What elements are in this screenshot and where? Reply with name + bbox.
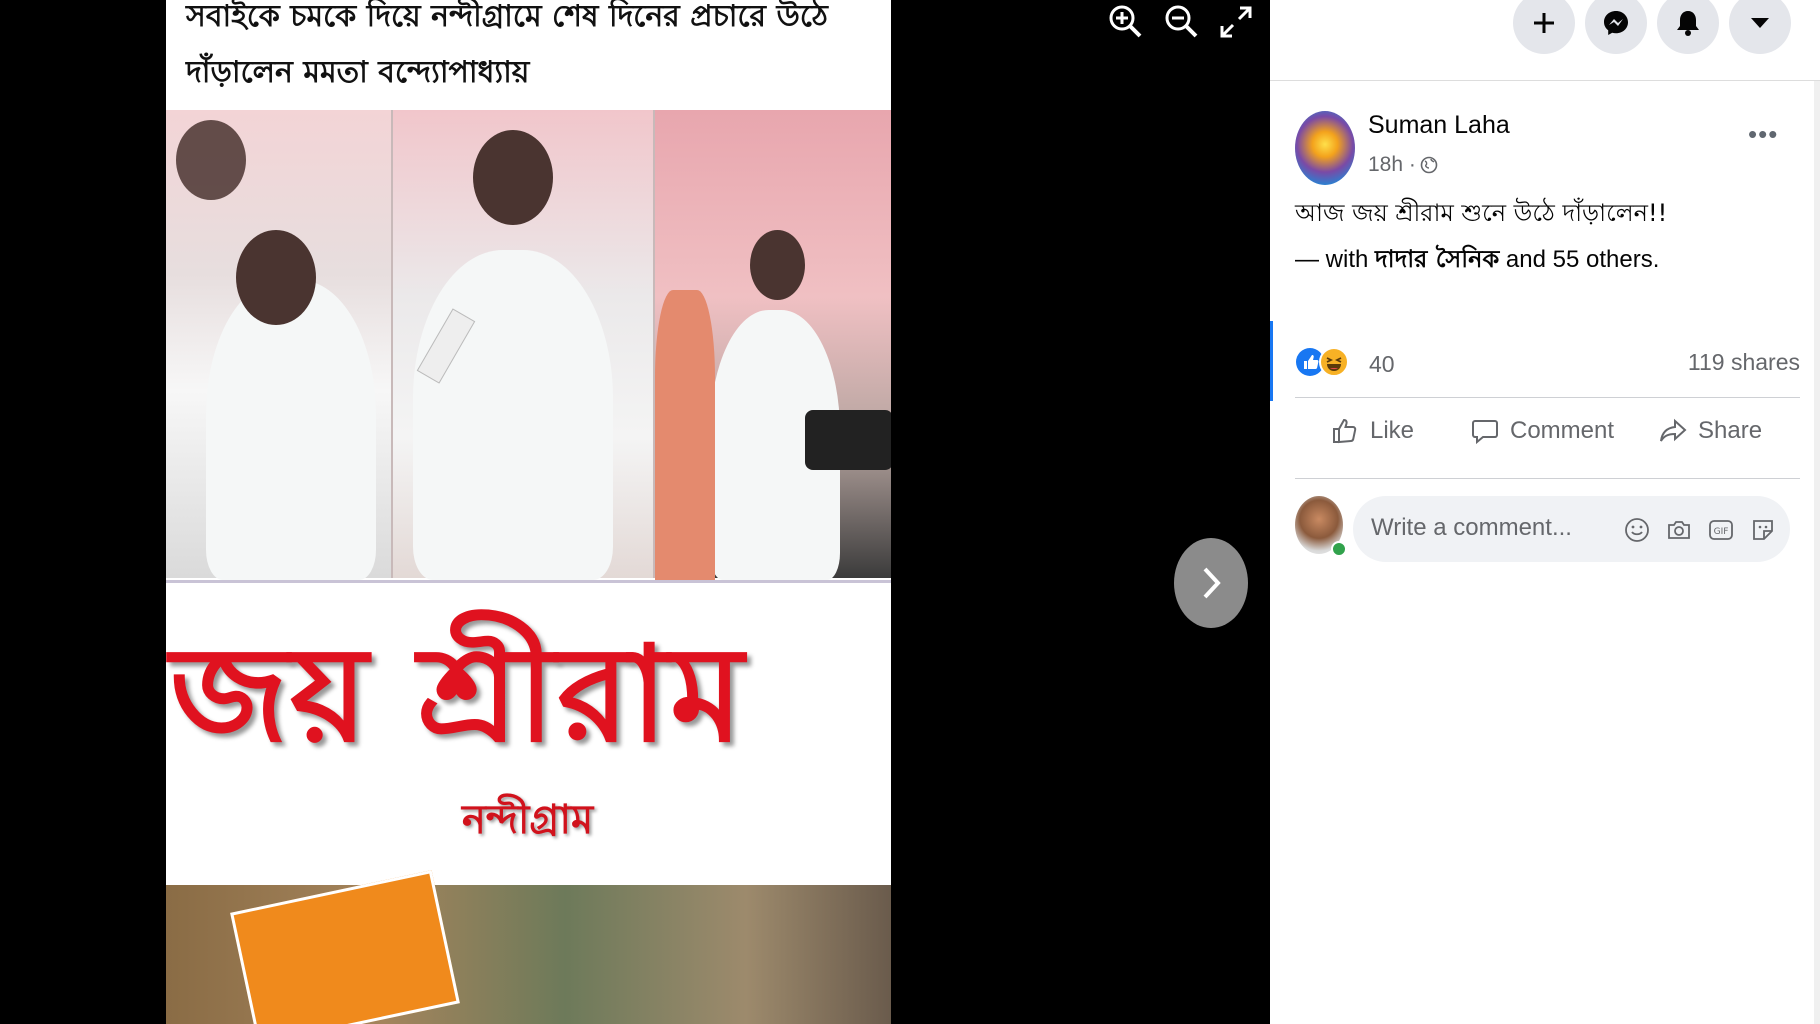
photo-panel-right	[653, 110, 891, 580]
zoom-in-icon[interactable]	[1104, 0, 1148, 44]
tagged-prefix: — with	[1295, 246, 1376, 273]
jai-shriram-banner: জয় শ্রীরাম নন্দীগ্রাম	[166, 580, 891, 888]
globe-icon	[1420, 156, 1438, 174]
camera-icon[interactable]	[1665, 516, 1693, 544]
tagged-others[interactable]: and 55 others.	[1499, 246, 1659, 273]
fullscreen-icon[interactable]	[1214, 0, 1258, 44]
panel-scrollbar[interactable]	[1814, 81, 1820, 1024]
top-navigation	[1270, 0, 1820, 81]
online-status-dot	[1331, 541, 1347, 557]
nandigram-subtitle: নন্দীগ্রাম	[462, 797, 594, 843]
author-avatar[interactable]	[1295, 111, 1355, 185]
jai-shriram-title: জয় শ্রীরাম	[170, 618, 746, 772]
photo-caption-line1: সবাইকে চমকে দিয়ে নন্দীগ্রামে শেষ দিনের …	[186, 0, 828, 34]
reaction-count: 40	[1369, 351, 1395, 377]
caret-down-icon	[1751, 18, 1769, 28]
messenger-button[interactable]	[1585, 0, 1647, 54]
post-options-button[interactable]: •••	[1748, 119, 1778, 150]
comment-placeholder: Write a comment...	[1371, 514, 1572, 541]
photo-panel-left	[166, 110, 391, 580]
messenger-icon	[1604, 11, 1628, 35]
sticker-icon[interactable]	[1749, 516, 1777, 544]
zoom-out-icon[interactable]	[1160, 0, 1204, 44]
share-label: Share	[1698, 417, 1763, 444]
bell-icon	[1677, 11, 1699, 36]
reactions-divider	[1295, 397, 1800, 398]
post-details-panel: Suman Laha 18h · ••• আজ জয় শ্রীরাম শুনে…	[1270, 81, 1820, 1024]
tagged-page-link[interactable]: দাদার সৈনিক	[1375, 245, 1499, 273]
thumbs-up-icon	[1333, 418, 1357, 444]
share-arrow-icon	[1660, 418, 1687, 442]
reactions-summary[interactable]: 40 119 shares	[1295, 339, 1800, 389]
tagged-line: — with দাদার সৈনিক and 55 others.	[1295, 241, 1659, 281]
comment-composer: Write a comment... GIF	[1295, 491, 1800, 567]
comment-label: Comment	[1510, 417, 1615, 444]
svg-text:GIF: GIF	[1714, 527, 1729, 537]
comment-icon	[1472, 420, 1498, 445]
post-timestamp[interactable]: 18h ·	[1368, 153, 1438, 177]
notifications-button[interactable]	[1657, 0, 1719, 54]
focus-accent	[1270, 321, 1273, 401]
photo-caption-line2: দাঁড়ালেন মমতা বন্দ্যোপাধ্যায়	[186, 55, 530, 90]
like-button[interactable]: Like	[1330, 401, 1414, 461]
like-label: Like	[1370, 417, 1415, 444]
post-author[interactable]: Suman Laha	[1368, 111, 1510, 140]
chevron-right-icon	[1203, 567, 1221, 599]
post-time: 18h ·	[1368, 153, 1416, 176]
post-text: আজ জয় শ্রীরাম শুনে উঠে দাঁড়ালেন!!	[1295, 199, 1668, 227]
photo-viewer: সবাইকে চমকে দিয়ে নন্দীগ্রামে শেষ দিনের …	[0, 0, 1270, 1024]
haha-reaction-icon	[1319, 347, 1349, 377]
post-photo: সবাইকে চমকে দিয়ে নন্দীগ্রামে শেষ দিনের …	[166, 0, 891, 1024]
account-menu-button[interactable]	[1729, 0, 1791, 54]
photo-panel-middle	[391, 110, 655, 580]
gif-icon[interactable]: GIF	[1707, 516, 1735, 544]
share-button[interactable]: Share	[1658, 401, 1762, 461]
comment-button[interactable]: Comment	[1470, 401, 1614, 461]
actions-divider	[1295, 478, 1800, 479]
photo-caption: সবাইকে চমকে দিয়ে নন্দীগ্রামে শেষ দিনের …	[166, 0, 891, 110]
plus-icon	[1534, 13, 1554, 33]
next-photo-button[interactable]	[1174, 538, 1248, 628]
emoji-icon[interactable]	[1623, 516, 1651, 544]
create-button[interactable]	[1513, 0, 1575, 54]
comment-input[interactable]: Write a comment... GIF	[1353, 496, 1790, 562]
share-count[interactable]: 119 shares	[1688, 349, 1800, 376]
